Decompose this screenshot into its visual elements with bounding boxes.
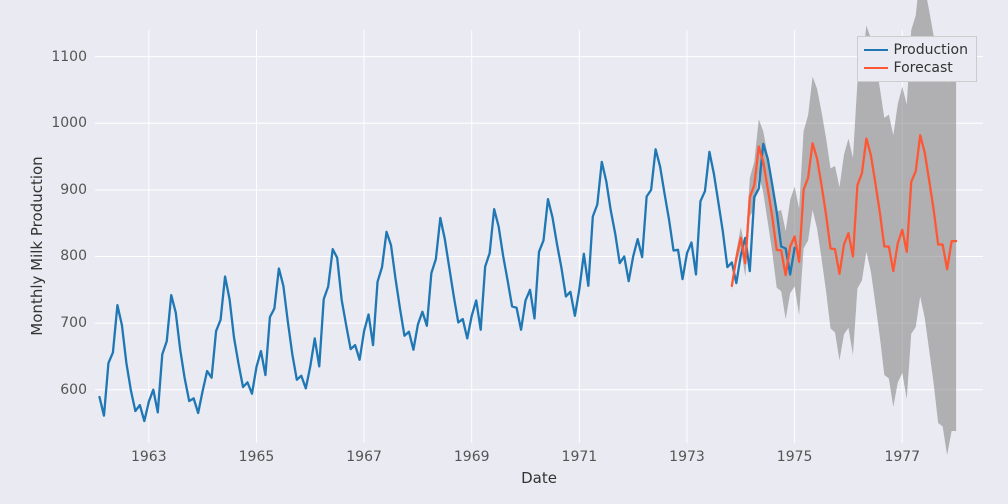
x-axis-label: Date: [521, 469, 557, 487]
x-tick-label: 1973: [669, 449, 705, 465]
x-tick-label: 1967: [346, 449, 382, 465]
y-tick-label: 900: [60, 182, 87, 198]
legend: Production Forecast: [857, 36, 977, 82]
legend-entry-production: Production: [864, 41, 968, 59]
legend-swatch-production: [864, 49, 888, 51]
x-tick-label: 1975: [777, 449, 813, 465]
y-tick-label: 1000: [51, 115, 87, 131]
y-tick-label: 1100: [51, 49, 87, 65]
y-axis-label: Monthly Milk Production: [28, 156, 46, 335]
x-tick-label: 1963: [131, 449, 167, 465]
y-tick-label: 700: [60, 315, 87, 331]
x-tick-label: 1977: [884, 449, 920, 465]
series-production: [99, 144, 794, 421]
figure: Production Forecast Date Monthly Milk Pr…: [0, 0, 1008, 504]
legend-label-production: Production: [894, 42, 968, 58]
x-tick-label: 1971: [562, 449, 598, 465]
y-tick-label: 800: [60, 248, 87, 264]
x-tick-label: 1969: [454, 449, 490, 465]
legend-label-forecast: Forecast: [894, 60, 953, 76]
y-tick-label: 600: [60, 382, 87, 398]
x-tick-label: 1965: [239, 449, 275, 465]
axes: Production Forecast: [95, 30, 983, 443]
legend-swatch-forecast: [864, 67, 888, 69]
plot-area: [95, 30, 983, 443]
legend-entry-forecast: Forecast: [864, 59, 968, 77]
